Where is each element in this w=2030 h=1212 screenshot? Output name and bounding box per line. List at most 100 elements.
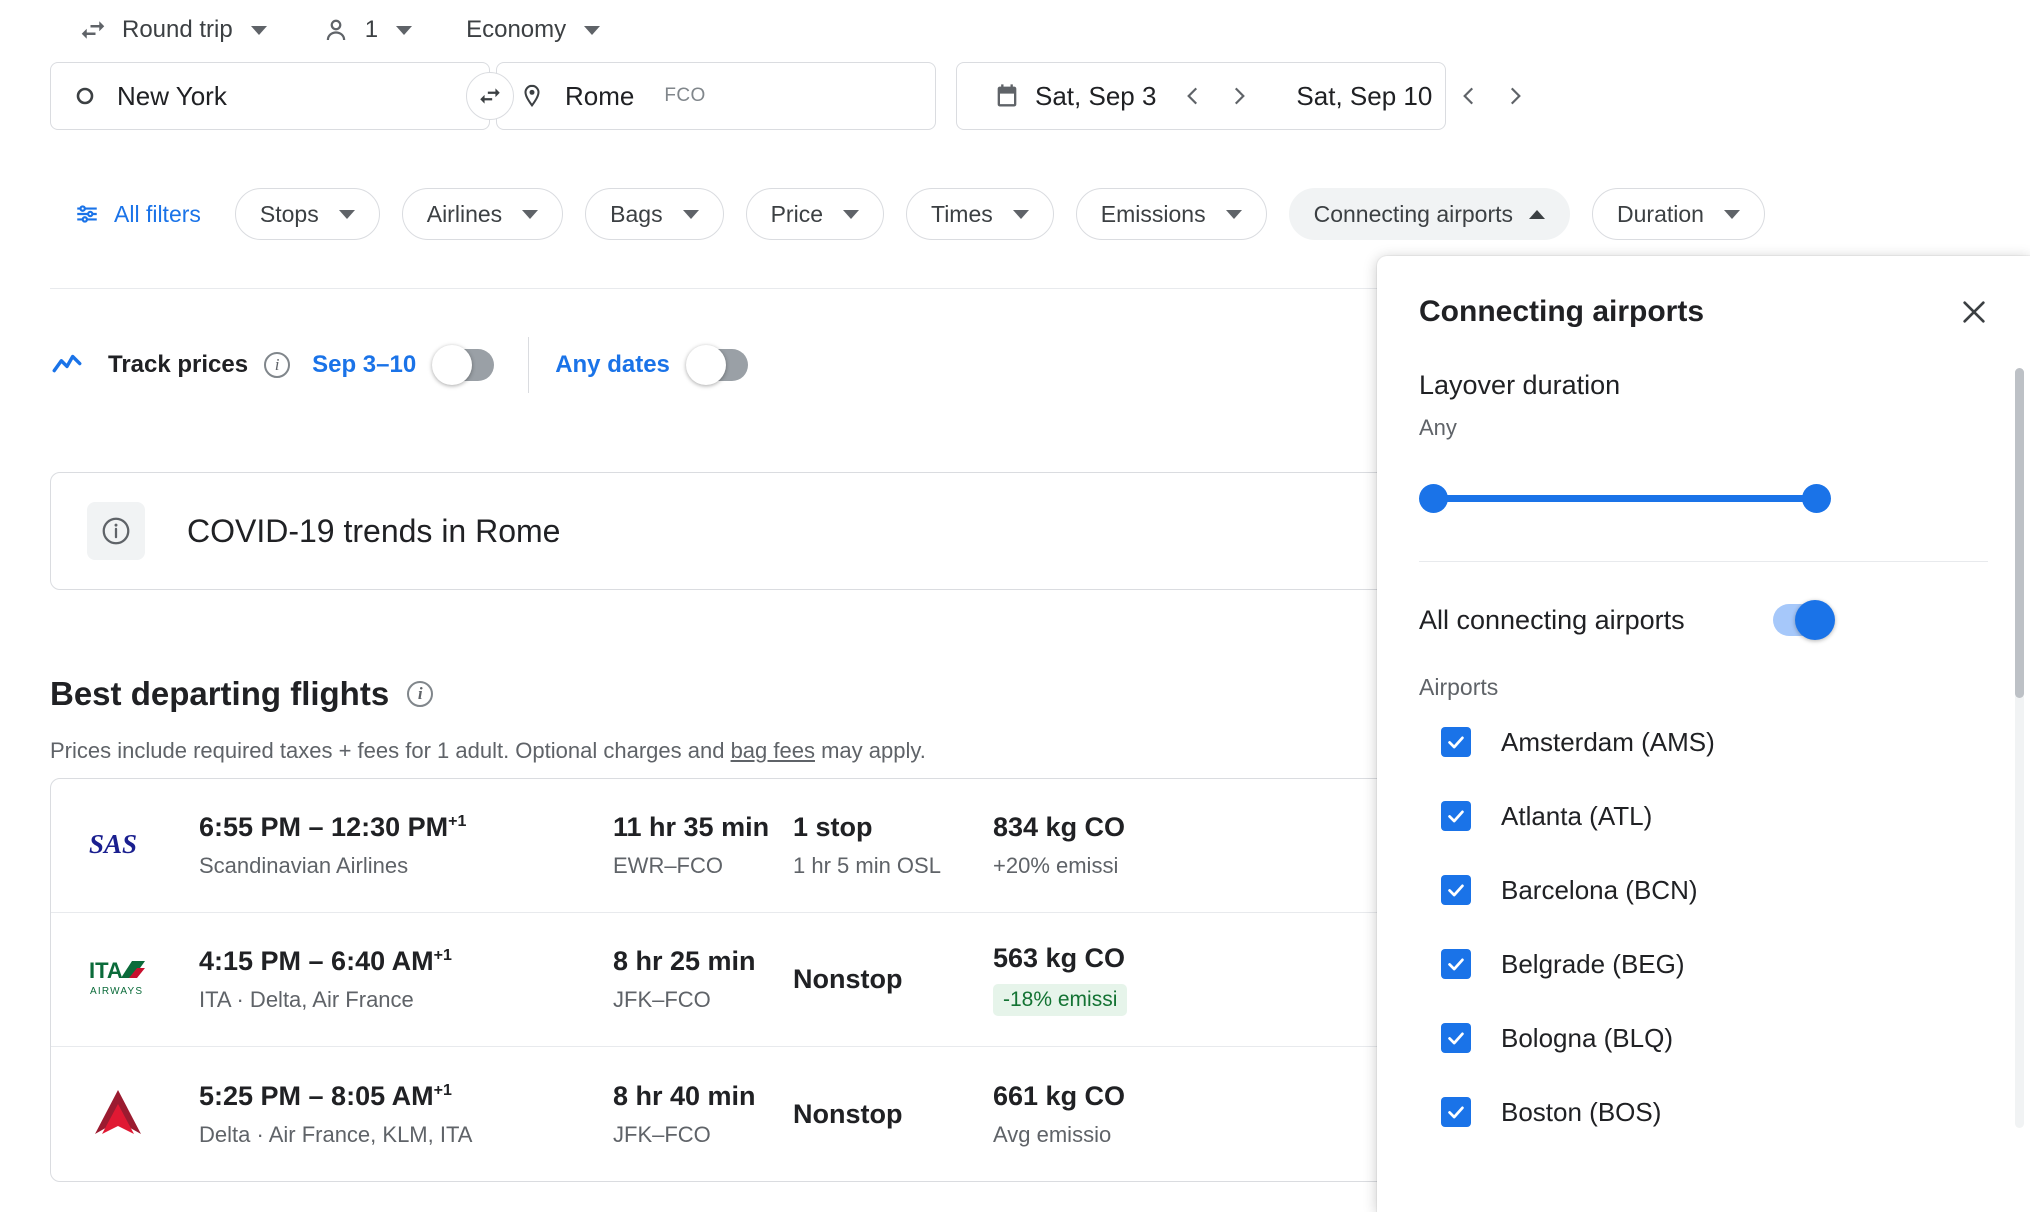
track-prices-label: Track prices xyxy=(108,351,249,378)
chevron-down-icon xyxy=(522,209,539,219)
covid-trends-card[interactable]: COVID-19 trends in Rome xyxy=(50,472,1530,590)
flight-duration-cell: 8 hr 40 min JFK–FCO xyxy=(613,1081,793,1148)
close-icon[interactable] xyxy=(1952,290,1996,334)
chevron-down-icon xyxy=(1012,209,1029,219)
svg-text:AIRWAYS: AIRWAYS xyxy=(90,986,143,997)
trip-type-selector[interactable]: Round trip xyxy=(62,6,283,54)
checkbox-checked-icon[interactable] xyxy=(1441,1097,1471,1127)
airline-name: Scandinavian Airlines xyxy=(199,853,409,878)
subtitle-text-after: may apply. xyxy=(814,738,926,763)
return-date-value[interactable]: Sat, Sep 10 xyxy=(1282,81,1446,112)
passenger-selector[interactable]: 1 xyxy=(305,6,428,54)
flight-route: EWR–FCO xyxy=(613,853,723,878)
layover-duration-slider[interactable] xyxy=(1419,477,1831,521)
all-filters-button[interactable]: All filters xyxy=(62,189,213,239)
airline-name: ITA · Delta, Air France xyxy=(199,987,414,1012)
origin-value: New York xyxy=(117,80,227,111)
swap-origin-destination-button[interactable] xyxy=(466,72,514,120)
filter-chip-times[interactable]: Times xyxy=(906,188,1054,240)
return-date-segment: Sat, Sep 10 xyxy=(1272,63,1548,129)
filter-chip-label: Times xyxy=(931,200,993,227)
airport-name: Barcelona (BCN) xyxy=(1501,874,1698,905)
filter-chip-label: Price xyxy=(770,200,823,227)
best-departing-flights-title: Best departing flights i xyxy=(50,675,434,713)
table-row[interactable]: 5:25 PM – 8:05 AM+1 Delta · Air France, … xyxy=(51,1047,1529,1181)
list-item[interactable]: Atlanta (ATL) xyxy=(1419,783,1988,849)
list-item[interactable]: Amsterdam (AMS) xyxy=(1419,709,1988,775)
flight-route: JFK–FCO xyxy=(613,987,711,1012)
track-prices-row: Track prices i Sep 3–10 Any dates xyxy=(50,330,748,400)
airport-name: Atlanta (ATL) xyxy=(1501,800,1653,831)
filter-chip-label: Bags xyxy=(610,200,663,227)
svg-text:SAS: SAS xyxy=(89,829,137,859)
bag-fees-link[interactable]: bag fees xyxy=(731,738,815,763)
destination-value: Rome xyxy=(565,80,635,111)
cabin-class-label: Economy xyxy=(466,16,567,43)
filter-chip-airlines[interactable]: Airlines xyxy=(401,188,564,240)
toggle-knob xyxy=(685,345,726,385)
cabin-class-selector[interactable]: Economy xyxy=(450,6,616,54)
filter-chip-emissions[interactable]: Emissions xyxy=(1075,188,1267,240)
flight-stops-cell: 1 stop 1 hr 5 min OSL xyxy=(793,812,993,879)
slider-thumb-min[interactable] xyxy=(1419,484,1448,513)
flight-times: 6:55 PM – 12:30 PM+1 xyxy=(199,812,613,843)
trending-up-icon xyxy=(50,348,84,382)
checkbox-checked-icon[interactable] xyxy=(1441,875,1471,905)
filter-chip-bags[interactable]: Bags xyxy=(585,188,724,240)
trip-options-bar: Round trip 1 Economy xyxy=(62,0,616,60)
panel-scrollbar[interactable] xyxy=(2015,368,2024,1128)
depart-date-value[interactable]: Sat, Sep 3 xyxy=(1021,81,1170,112)
flight-route: JFK–FCO xyxy=(613,1121,711,1147)
list-item[interactable]: Barcelona (BCN) xyxy=(1419,857,1988,923)
filter-chip-price[interactable]: Price xyxy=(745,188,884,240)
depart-date-prev-button[interactable] xyxy=(1170,73,1216,119)
scrollbar-thumb[interactable] xyxy=(2015,368,2024,698)
return-date-next-button[interactable] xyxy=(1492,73,1538,119)
return-date-prev-button[interactable] xyxy=(1446,73,1492,119)
list-item[interactable]: Belgrade (BEG) xyxy=(1419,931,1988,997)
table-row[interactable]: SAS 6:55 PM – 12:30 PM+1 Scandinavian Ai… xyxy=(51,779,1529,913)
chevron-up-icon xyxy=(1529,209,1546,219)
flight-times-text: 6:55 PM – 12:30 PM xyxy=(199,812,449,842)
track-divider xyxy=(528,337,530,393)
filter-chip-label: Stops xyxy=(259,200,319,227)
track-date-range-link[interactable]: Sep 3–10 xyxy=(312,351,416,379)
airline-logo-cell: SAS xyxy=(87,823,199,868)
airline-logo-cell xyxy=(87,1086,199,1143)
flight-stops: 1 stop xyxy=(793,812,873,842)
any-dates-link[interactable]: Any dates xyxy=(555,351,670,379)
checkbox-checked-icon[interactable] xyxy=(1441,949,1471,979)
any-dates-toggle[interactable] xyxy=(685,345,748,385)
flight-duration: 8 hr 25 min xyxy=(613,946,756,976)
info-icon[interactable]: i xyxy=(407,681,434,707)
info-icon[interactable]: i xyxy=(264,352,291,378)
airline-name: Delta · Air France, KLM, ITA xyxy=(199,1121,473,1147)
origin-field[interactable]: New York xyxy=(50,62,490,130)
slider-thumb-max[interactable] xyxy=(1802,484,1831,513)
tune-icon xyxy=(74,201,100,227)
filter-chip-duration[interactable]: Duration xyxy=(1592,188,1765,240)
filter-chip-label: Airlines xyxy=(426,200,503,227)
filter-chip-stops[interactable]: Stops xyxy=(234,188,380,240)
table-row[interactable]: ITA AIRWAYS 4:15 PM – 6:40 AM+1 ITA · De… xyxy=(51,913,1529,1047)
panel-body: Layover duration Any All connecting airp… xyxy=(1377,334,2030,1145)
checkbox-checked-icon[interactable] xyxy=(1441,727,1471,757)
chevron-down-icon xyxy=(250,25,267,35)
origin-circle-icon xyxy=(73,84,97,108)
flight-stops-cell: Nonstop xyxy=(793,964,993,995)
ita-airways-logo-icon: ITA AIRWAYS xyxy=(87,954,165,1005)
destination-airport-code: FCO xyxy=(664,85,706,106)
checkbox-checked-icon[interactable] xyxy=(1441,1023,1471,1053)
calendar-icon xyxy=(993,82,1021,110)
checkbox-checked-icon[interactable] xyxy=(1441,801,1471,831)
list-item[interactable]: Boston (BOS) xyxy=(1419,1079,1988,1145)
depart-date-next-button[interactable] xyxy=(1216,73,1262,119)
list-item[interactable]: Bologna (BLQ) xyxy=(1419,1005,1988,1071)
track-date-range-toggle[interactable] xyxy=(432,345,495,385)
filter-chip-connecting-airports[interactable]: Connecting airports xyxy=(1288,188,1571,240)
all-connecting-airports-toggle[interactable] xyxy=(1773,600,1835,640)
panel-header: Connecting airports xyxy=(1377,256,2030,334)
date-range-box: Sat, Sep 3 Sat, Sep 10 xyxy=(956,62,1522,130)
swap-arrows-icon xyxy=(78,15,108,45)
destination-field[interactable]: Rome FCO xyxy=(496,62,936,130)
